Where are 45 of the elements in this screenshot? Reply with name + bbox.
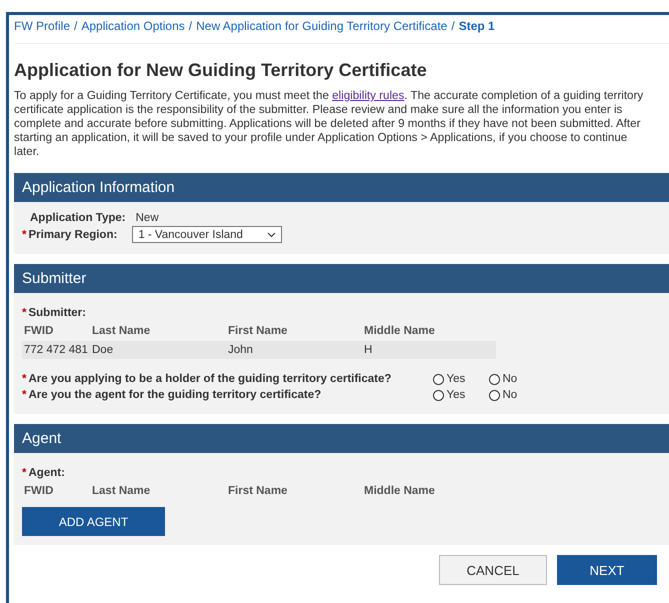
table-cell: H <box>362 341 496 359</box>
column-header: Last Name <box>91 324 152 339</box>
column-header: FWID <box>23 484 54 499</box>
page-title: Application for New Guiding Territory Certificate <box>14 60 428 81</box>
next-button[interactable]: NEXT <box>557 555 657 585</box>
breadcrumb-current: Step 1 <box>458 19 495 33</box>
field-label: Primary Region: <box>28 228 118 240</box>
add-agent-button[interactable]: ADD AGENT <box>22 507 165 536</box>
field-value: New <box>136 212 159 224</box>
breadcrumb-link[interactable]: Application Options <box>81 19 185 33</box>
column-header: First Name <box>227 484 288 499</box>
required-mark: * <box>22 307 26 319</box>
column-header: Middle Name <box>363 484 436 499</box>
region-select[interactable]: 1 - Vancouver Island <box>132 226 282 243</box>
table-cell: 772 472 481 <box>22 341 90 359</box>
breadcrumb-separator: / <box>74 19 78 33</box>
column-header: Last Name <box>91 484 152 499</box>
breadcrumb-link[interactable]: FW Profile <box>14 19 70 33</box>
section-header: Agent <box>14 424 669 453</box>
radio-option[interactable]: Yes <box>433 389 490 401</box>
required-mark: * <box>22 389 26 401</box>
question-label: Are you applying to be a holder of the guiding territory certificate? <box>28 373 392 385</box>
field-label: Application Type: <box>30 212 126 224</box>
question-label: Are you the agent for the guiding territory certificate? <box>28 389 322 401</box>
column-header: FWID <box>23 324 54 339</box>
breadcrumb-separator: / <box>188 19 192 33</box>
section-header: Application Information <box>14 173 669 202</box>
intro-paragraph: To apply for a Guiding Territory Certificate, you must meet the eligibility rules. The accurate completion of a guiding territory certificate application is the responsibility of the submitter. Please review and make sure all the information you enter is complete and accurate before submitting. Applications will be deleted after 9 months if they have not been submitted. After starting an application, it will be saved to your profile under Application Options > Applications, if you choose to continue later. <box>14 89 644 159</box>
table-cell: John <box>226 341 362 359</box>
radio-option[interactable]: Yes <box>433 373 490 385</box>
column-header: Middle Name <box>363 324 436 339</box>
breadcrumb-separator: / <box>451 19 455 33</box>
field-label: Submitter: <box>28 307 86 319</box>
breadcrumb-link[interactable]: New Application for Guiding Territory Certificate <box>196 19 448 33</box>
cancel-button[interactable]: CANCEL <box>439 555 547 585</box>
table-cell: Doe <box>90 341 226 359</box>
required-mark: * <box>22 373 26 385</box>
section-header: Submitter <box>14 264 669 293</box>
required-mark: * <box>22 467 26 479</box>
radio-option[interactable]: No <box>489 389 546 401</box>
eligibility-link[interactable]: eligibility rules <box>332 89 404 102</box>
required-mark: * <box>22 228 26 240</box>
radio-option[interactable]: No <box>489 373 546 385</box>
field-label: Agent: <box>28 467 65 479</box>
column-header: First Name <box>227 324 288 339</box>
